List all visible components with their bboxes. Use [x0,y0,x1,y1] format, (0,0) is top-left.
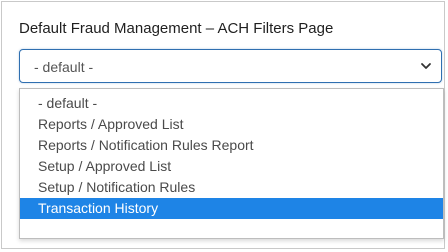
filter-page-select[interactable]: - default - [19,49,442,83]
option-reports-approved-list[interactable]: Reports / Approved List [20,114,443,135]
option-setup-approved-list[interactable]: Setup / Approved List [20,156,443,177]
filter-panel: Default Fraud Management – ACH Filters P… [1,1,445,249]
chevron-down-icon [421,63,431,69]
page-title: Default Fraud Management – ACH Filters P… [19,20,334,37]
select-current-value: - default - [34,59,94,75]
select-options-list: - default - Reports / Approved List Repo… [19,88,444,239]
option-setup-notification-rules[interactable]: Setup / Notification Rules [20,177,443,198]
option-default[interactable]: - default - [20,93,443,114]
option-reports-notification-rules-report[interactable]: Reports / Notification Rules Report [20,135,443,156]
option-transaction-history[interactable]: Transaction History [20,198,443,219]
